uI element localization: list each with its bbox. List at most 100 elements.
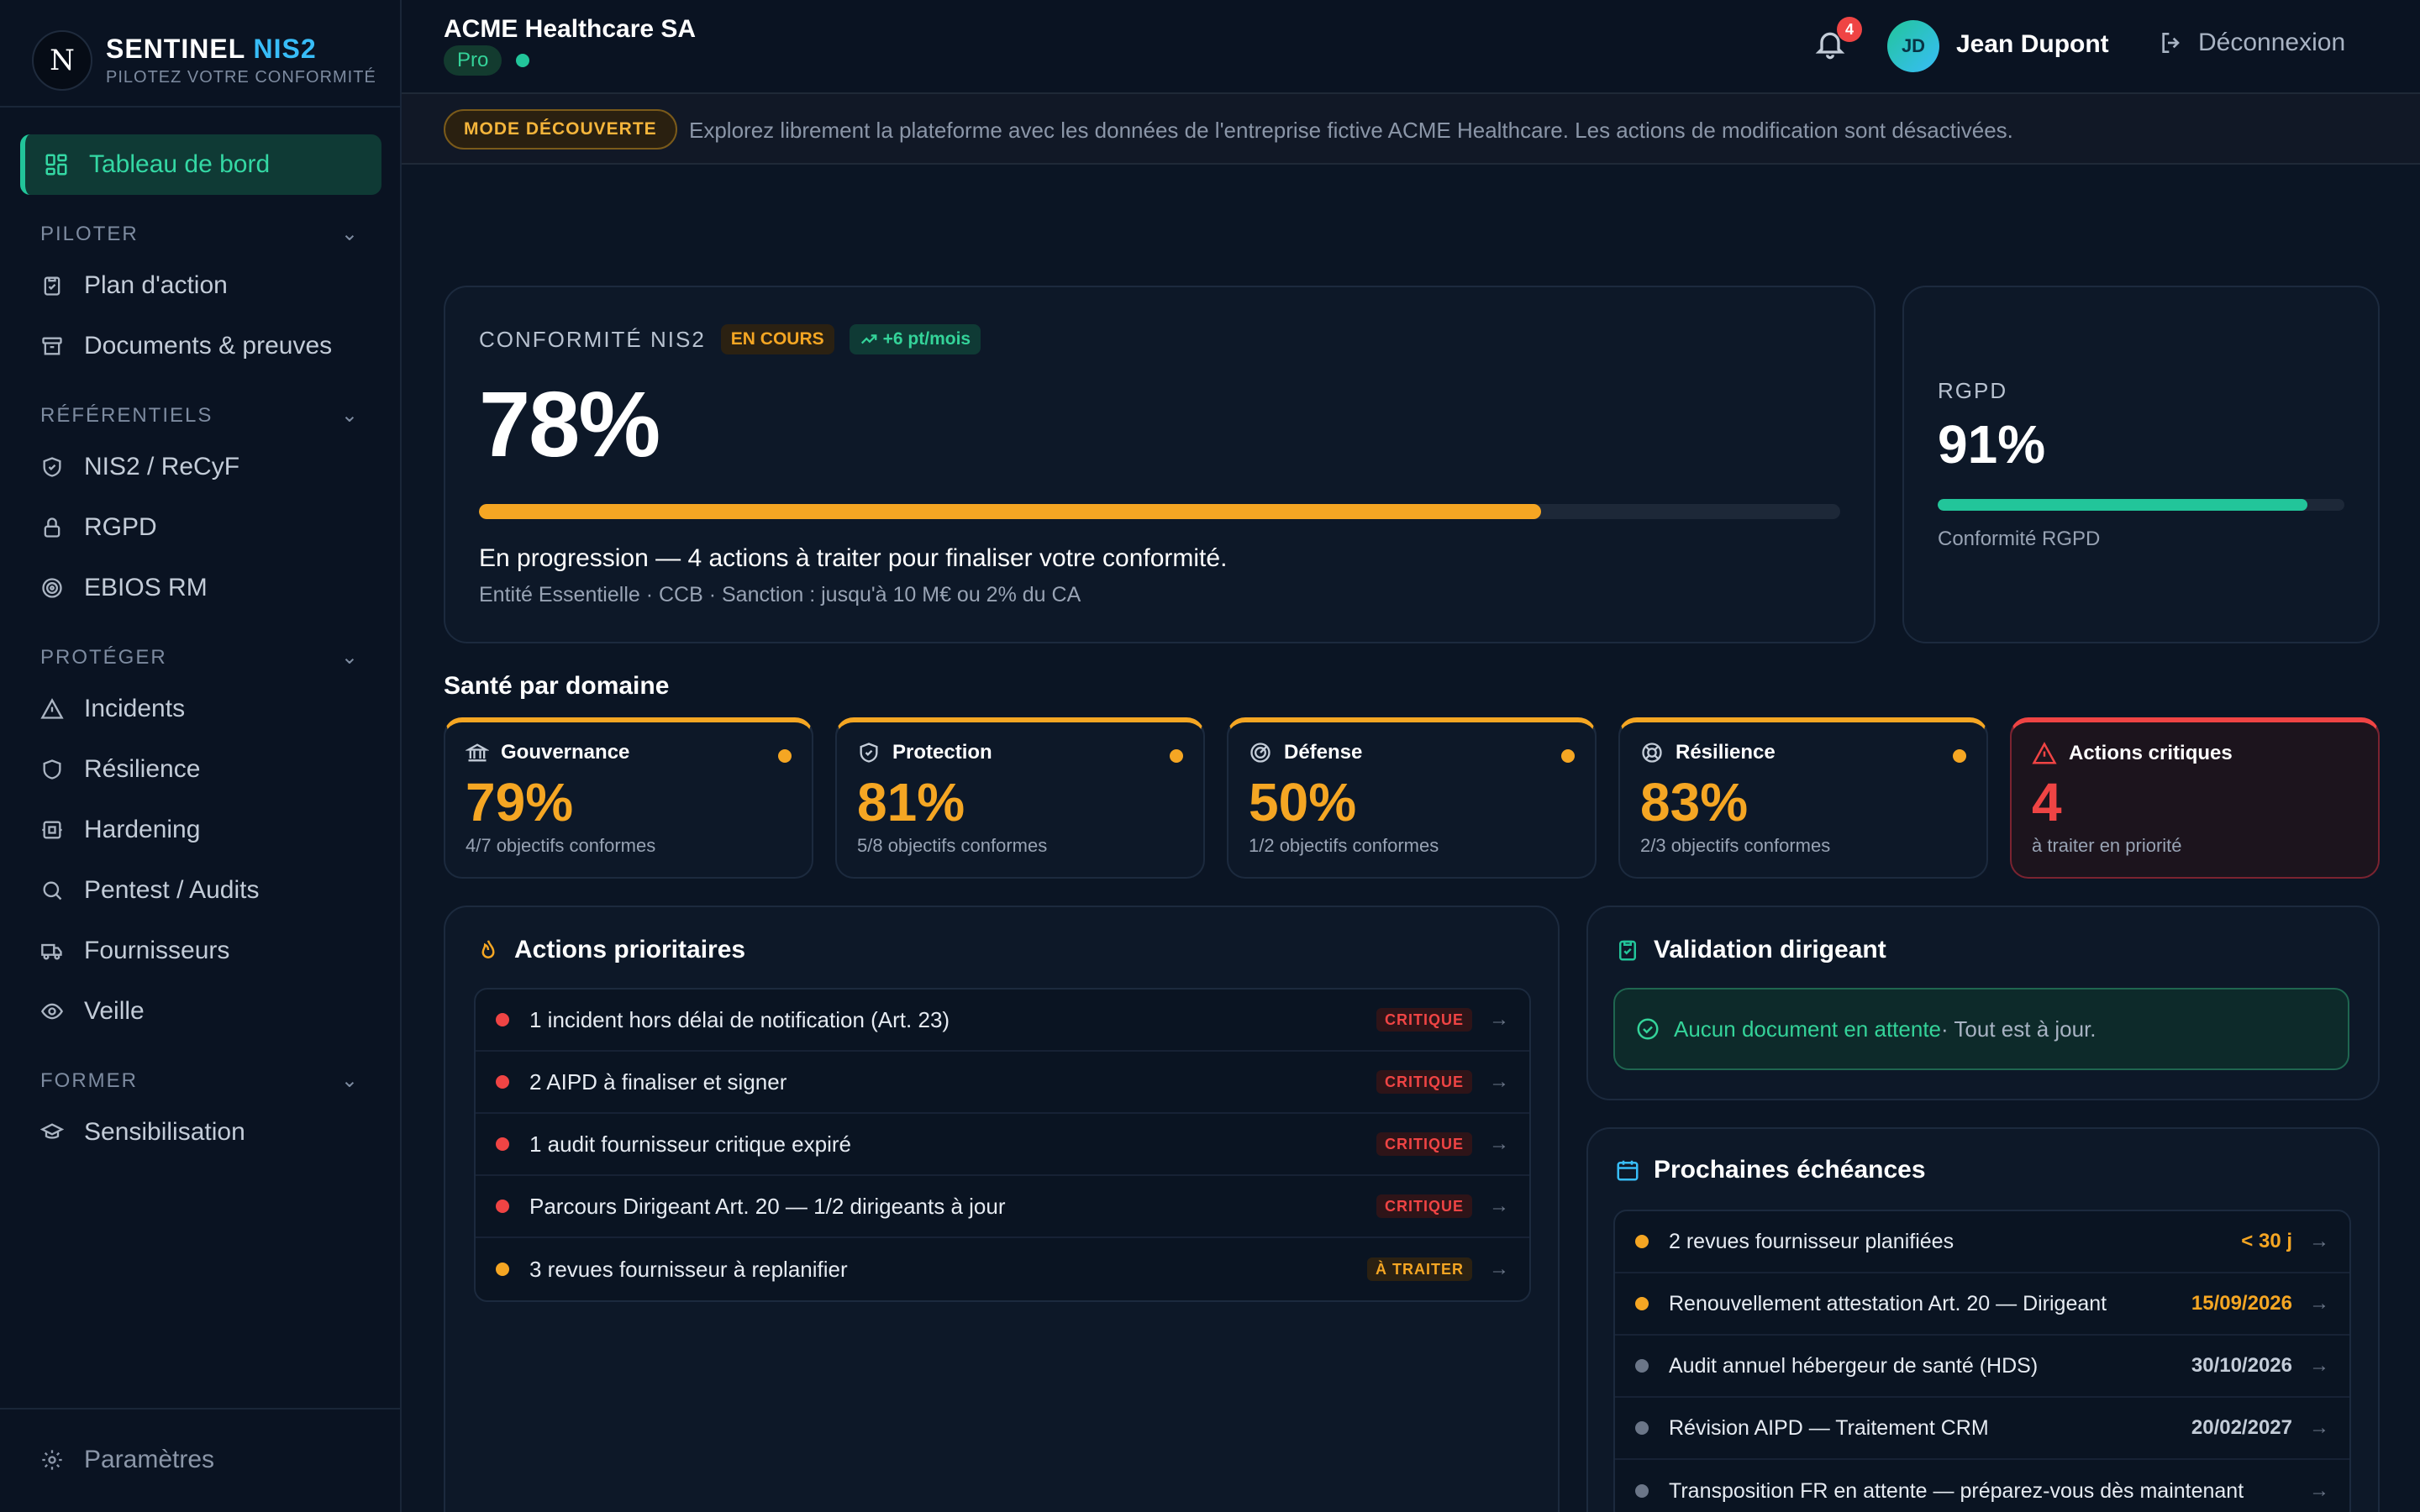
deadline-row[interactable]: Transposition FR en attente — préparez-v…	[1615, 1460, 2349, 1512]
sidebar-item-pentest[interactable]: Pentest / Audits	[40, 867, 376, 914]
life-buoy-icon	[1642, 743, 1662, 763]
nis2-label: CONFORMITÉ NIS2	[479, 326, 706, 352]
trend-badge: +6 pt/mois	[849, 324, 981, 354]
sidebar-item-nis2[interactable]: NIS2 / ReCyF	[40, 444, 376, 491]
domain-value: 83%	[1640, 772, 1749, 832]
sidebar-item-fournisseurs[interactable]: Fournisseurs	[40, 927, 376, 974]
arrow-right-icon: →	[1489, 1008, 1509, 1031]
deadline-date: < 30 j	[2241, 1230, 2292, 1252]
status-dot	[1635, 1235, 1649, 1248]
sidebar-item-hardening[interactable]: Hardening	[40, 806, 376, 853]
arrow-right-icon: →	[2309, 1416, 2329, 1439]
section-referentiels[interactable]: RÉFÉRENTIELS ⌄	[40, 403, 360, 428]
critical-actions-card[interactable]: Actions critiques 4 à traiter en priorit…	[2010, 717, 2380, 879]
chevron-down-icon: ⌄	[340, 1069, 360, 1092]
shield-check-icon	[860, 743, 878, 763]
deadline-row[interactable]: Révision AIPD — Traitement CRM 20/02/2027…	[1615, 1398, 2349, 1460]
target-icon	[42, 578, 62, 598]
sidebar-item-label: NIS2 / ReCyF	[84, 453, 240, 480]
trend-value: +6 pt/mois	[882, 329, 971, 349]
calendar-icon	[1617, 1160, 1639, 1181]
deadline-text: 2 revues fournisseur planifiées	[1669, 1229, 1954, 1253]
brand-name-accent: NIS2	[253, 34, 317, 64]
priority-tag: CRITIQUE	[1376, 1070, 1472, 1094]
action-row[interactable]: 1 incident hors délai de notification (A…	[476, 990, 1529, 1052]
rgpd-sub: Conformité RGPD	[1938, 528, 2101, 550]
sidebar-item-parametres[interactable]: Paramètres	[40, 1436, 376, 1483]
brand[interactable]: N SENTINEL NIS2 PILOTEZ VOTRE CONFORMITÉ	[32, 27, 376, 94]
deadline-row[interactable]: 2 revues fournisseur planifiées < 30 j →	[1615, 1211, 2349, 1273]
section-title: FORMER	[40, 1068, 138, 1092]
status-dot	[778, 749, 792, 763]
demo-banner: MODE DÉCOUVERTE Explorez librement la pl…	[402, 92, 2420, 165]
action-text: 2 AIPD à finaliser et signer	[529, 1068, 787, 1095]
sidebar-item-rgpd[interactable]: RGPD	[40, 504, 376, 551]
action-text: 3 revues fournisseur à replanifier	[529, 1256, 848, 1282]
domain-sub: 4/7 objectifs conformes	[466, 835, 656, 856]
status-dot	[496, 1013, 509, 1026]
sidebar-item-sensibilisation[interactable]: Sensibilisation	[40, 1109, 376, 1156]
domain-name: Actions critiques	[2069, 742, 2233, 764]
sidebar-item-resilience[interactable]: Résilience	[40, 746, 376, 793]
domain-card-gouvernance[interactable]: Gouvernance 79% 4/7 objectifs conformes	[444, 717, 813, 879]
sidebar-item-documents[interactable]: Documents & preuves	[40, 323, 376, 370]
priority-tag: CRITIQUE	[1376, 1132, 1472, 1156]
deadline-row[interactable]: Renouvellement attestation Art. 20 — Dir…	[1615, 1273, 2349, 1336]
action-row[interactable]: Parcours Dirigeant Art. 20 — 1/2 dirigea…	[476, 1176, 1529, 1238]
sidebar-item-label: RGPD	[84, 513, 157, 541]
sidebar-item-label: Résilience	[84, 755, 201, 783]
domain-card-protection[interactable]: Protection 81% 5/8 objectifs conformes	[835, 717, 1205, 879]
deadline-date: 15/09/2026	[2191, 1292, 2292, 1315]
sidebar-item-label: EBIOS RM	[84, 574, 208, 601]
chevron-down-icon: ⌄	[340, 404, 360, 427]
status-dot	[1953, 749, 1966, 763]
domain-name: Gouvernance	[501, 741, 630, 764]
rgpd-card[interactable]: RGPD 91% Conformité RGPD	[1902, 286, 2380, 643]
section-title: RÉFÉRENTIELS	[40, 403, 213, 427]
section-piloter[interactable]: PILOTER ⌄	[40, 222, 360, 246]
validation-rest: · Tout est à jour.	[1941, 1016, 2096, 1042]
domain-value: 50%	[1249, 772, 1357, 832]
avatar[interactable]: JD	[1887, 20, 1939, 72]
domain-name: Résilience	[1676, 741, 1776, 764]
deadline-date: 30/10/2026	[2191, 1354, 2292, 1377]
status-dot	[1170, 749, 1183, 763]
sidebar-item-veille[interactable]: Veille	[40, 988, 376, 1035]
section-proteger[interactable]: PROTÉGER ⌄	[40, 645, 360, 669]
section-former[interactable]: FORMER ⌄	[40, 1068, 360, 1093]
status-badge: EN COURS	[720, 324, 834, 354]
domain-card-resilience[interactable]: Résilience 83% 2/3 objectifs conformes	[1618, 717, 1988, 879]
nis2-compliance-card[interactable]: CONFORMITÉ NIS2 EN COURS +6 pt/mois 78% …	[444, 286, 1876, 643]
action-row[interactable]: 2 AIPD à finaliser et signer CRITIQUE →	[476, 1052, 1529, 1114]
nis2-details: Entité Essentielle · CCB · Sanction : ju…	[479, 583, 1081, 606]
eye-icon	[40, 1003, 64, 1020]
sidebar-item-plan-action[interactable]: Plan d'action	[40, 262, 376, 309]
sidebar-item-label: Tableau de bord	[89, 150, 271, 178]
action-row[interactable]: 1 audit fournisseur critique expiré CRITI…	[476, 1114, 1529, 1176]
deadline-text: Transposition FR en attente — préparez-v…	[1669, 1478, 2244, 1503]
deadline-row[interactable]: Audit annuel hébergeur de santé (HDS) 30/…	[1615, 1336, 2349, 1398]
status-dot	[496, 1137, 509, 1151]
sidebar-item-label: Documents & preuves	[84, 332, 333, 360]
search-icon	[43, 881, 62, 900]
domain-sub: 5/8 objectifs conformes	[857, 835, 1048, 856]
lock-icon	[44, 517, 60, 538]
sidebar-item-dashboard[interactable]: Tableau de bord	[20, 134, 381, 195]
sidebar-item-incidents[interactable]: Incidents	[40, 685, 376, 732]
action-row[interactable]: 3 revues fournisseur à replanifier À TRAI…	[476, 1238, 1529, 1300]
sidebar-item-ebios[interactable]: EBIOS RM	[40, 564, 376, 612]
user-name[interactable]: Jean Dupont	[1956, 30, 2109, 59]
sidebar-item-label: Fournisseurs	[84, 937, 230, 964]
status-dot	[496, 1075, 509, 1089]
domain-sub: 1/2 objectifs conformes	[1249, 835, 1439, 856]
domain-card-defense[interactable]: Défense 50% 1/2 objectifs conformes	[1227, 717, 1597, 879]
logout-button[interactable]: Déconnexion	[2158, 29, 2345, 57]
domain-name: Protection	[892, 741, 992, 764]
chevron-down-icon: ⌄	[340, 646, 360, 669]
clipboard-check-icon	[44, 276, 60, 296]
gear-icon	[42, 1450, 62, 1470]
deadline-text: Audit annuel hébergeur de santé (HDS)	[1669, 1353, 2039, 1378]
status-dot	[496, 1263, 509, 1276]
priority-actions-list: 1 incident hors délai de notification (A…	[474, 988, 1531, 1302]
sidebar-item-label: Sensibilisation	[84, 1118, 245, 1146]
